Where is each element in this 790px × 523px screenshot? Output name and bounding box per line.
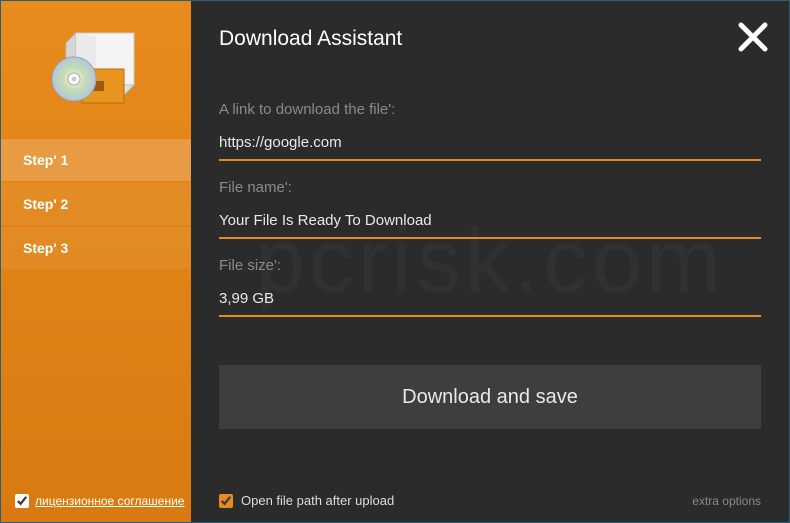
link-field-group: A link to download the file':: [219, 101, 761, 161]
link-input[interactable]: [219, 130, 761, 161]
step-2[interactable]: Step' 2: [1, 183, 191, 225]
step-3[interactable]: Step' 3: [1, 227, 191, 269]
close-icon[interactable]: [737, 21, 769, 53]
sidebar: Step' 1 Step' 2 Step' 3 лицензионное сог…: [1, 1, 191, 522]
extra-options-link[interactable]: extra options: [692, 494, 761, 508]
open-path-row: Open file path after upload: [219, 493, 394, 508]
filesize-input[interactable]: [219, 286, 761, 317]
filesize-field-group: File size':: [219, 257, 761, 317]
license-checkbox[interactable]: [15, 494, 29, 508]
filename-field-group: File name':: [219, 179, 761, 239]
link-label: A link to download the file':: [219, 101, 761, 118]
filename-label: File name':: [219, 179, 761, 196]
main-panel: Download Assistant pcrisk.com A link to …: [191, 1, 789, 522]
bottom-row: Open file path after upload extra option…: [219, 493, 761, 508]
installer-logo: [46, 23, 146, 113]
open-path-label: Open file path after upload: [241, 493, 394, 508]
filename-input[interactable]: [219, 208, 761, 239]
filesize-label: File size':: [219, 257, 761, 274]
form-area: A link to download the file': File name'…: [219, 101, 761, 429]
license-link[interactable]: лицензионное соглашение: [35, 494, 184, 508]
app-title: Download Assistant: [219, 27, 789, 51]
open-path-checkbox[interactable]: [219, 494, 233, 508]
step-1[interactable]: Step' 1: [1, 139, 191, 181]
download-and-save-button[interactable]: Download and save: [219, 365, 761, 429]
license-row: лицензионное соглашение: [15, 494, 184, 508]
